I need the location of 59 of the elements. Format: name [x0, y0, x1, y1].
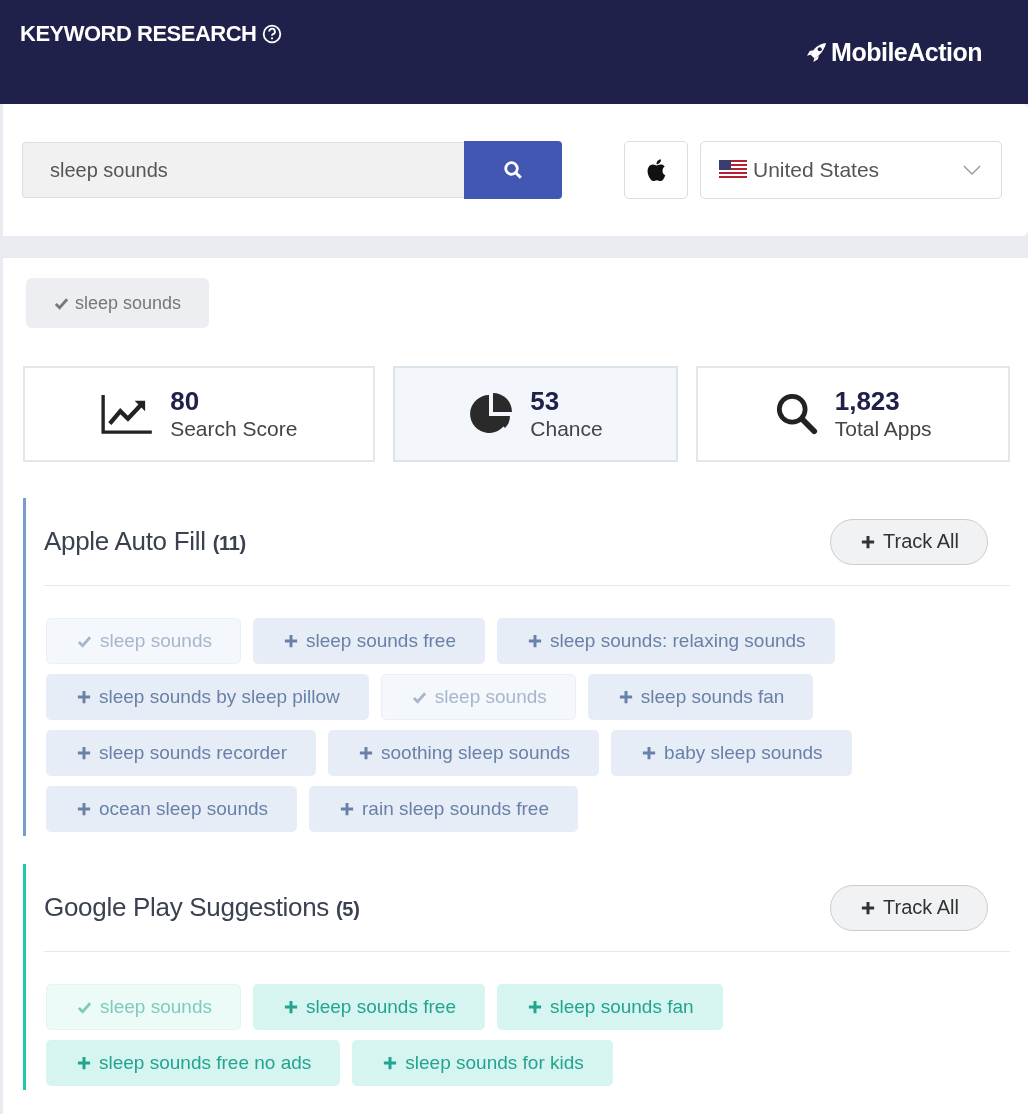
search-icon	[774, 392, 819, 436]
keyword-chip[interactable]: sleep sounds fan	[587, 674, 814, 720]
plus-icon	[359, 746, 373, 760]
plus-icon	[618, 690, 633, 704]
stat-label: Total Apps	[834, 416, 932, 442]
rocket-icon	[806, 42, 829, 62]
logo-text: MobileAction	[831, 37, 982, 67]
keyword-chip[interactable]: sleep sounds: relaxing sounds	[496, 618, 835, 664]
section-title: Google Play Suggestions (5)	[44, 892, 360, 923]
keyword-chip[interactable]: baby sleep sounds	[611, 730, 852, 776]
plus-icon	[642, 746, 657, 760]
apple-icon	[646, 158, 666, 182]
plus-icon	[383, 1056, 398, 1070]
stat-label: Search Score	[170, 416, 298, 442]
keyword-chip[interactable]: rain sleep sounds free	[309, 786, 578, 832]
keyword-chip[interactable]: sleep sounds free	[252, 984, 485, 1030]
page-title: KEYWORD RESEARCH	[20, 21, 257, 47]
plus-icon	[340, 802, 354, 816]
stat-value: 80	[170, 386, 201, 416]
keyword-chip[interactable]: sleep sounds	[380, 674, 576, 720]
track-all-button[interactable]: Track All	[830, 518, 988, 565]
plus-icon	[861, 900, 876, 915]
plus-icon	[283, 1000, 298, 1014]
stat-value: 1,823	[834, 386, 901, 416]
platform-button[interactable]	[624, 141, 688, 199]
stat-card[interactable]: 80 Search Score	[23, 366, 375, 462]
stat-value: 53	[530, 386, 561, 416]
plus-icon	[527, 634, 542, 648]
plus-icon	[77, 1056, 91, 1070]
keyword-chip[interactable]: sleep sounds for kids	[352, 1040, 613, 1086]
selected-keyword-chip[interactable]: sleep sounds	[26, 278, 210, 328]
section-title: Apple Auto Fill (11)	[44, 526, 246, 557]
flag-icon	[719, 160, 747, 180]
country-dropdown[interactable]: United States	[700, 141, 1002, 199]
keyword-chip[interactable]: sleep sounds fan	[496, 984, 723, 1030]
chevron-down-icon	[963, 164, 981, 176]
keyword-chip[interactable]: sleep sounds recorder	[46, 730, 316, 776]
stat-card[interactable]: 1,823 Total Apps	[696, 366, 1010, 462]
keyword-chip[interactable]: sleep sounds	[46, 984, 241, 1030]
keyword-chip[interactable]: sleep sounds	[46, 618, 241, 664]
plus-icon	[77, 802, 91, 816]
plus-icon	[861, 534, 876, 549]
plus-icon	[77, 690, 91, 704]
keyword-chip[interactable]: ocean sleep sounds	[46, 786, 297, 832]
search-icon	[503, 160, 523, 180]
stat-label: Chance	[530, 416, 603, 442]
keyword-chip[interactable]: sleep sounds free	[252, 618, 485, 664]
keyword-chip[interactable]: soothing sleep sounds	[328, 730, 600, 776]
search-button[interactable]	[464, 141, 562, 199]
stat-card[interactable]: 53 Chance	[392, 366, 679, 462]
keyword-chip[interactable]: sleep sounds by sleep pillow	[46, 674, 369, 720]
trend-chart-icon	[100, 393, 155, 435]
plus-icon	[77, 746, 91, 760]
track-all-button[interactable]: Track All	[830, 884, 988, 931]
plus-icon	[527, 1000, 542, 1014]
plus-icon	[283, 634, 298, 648]
help-icon	[262, 24, 283, 44]
keyword-chip[interactable]: sleep sounds free no ads	[46, 1040, 341, 1086]
search-field[interactable]: sleep sounds	[22, 142, 464, 198]
